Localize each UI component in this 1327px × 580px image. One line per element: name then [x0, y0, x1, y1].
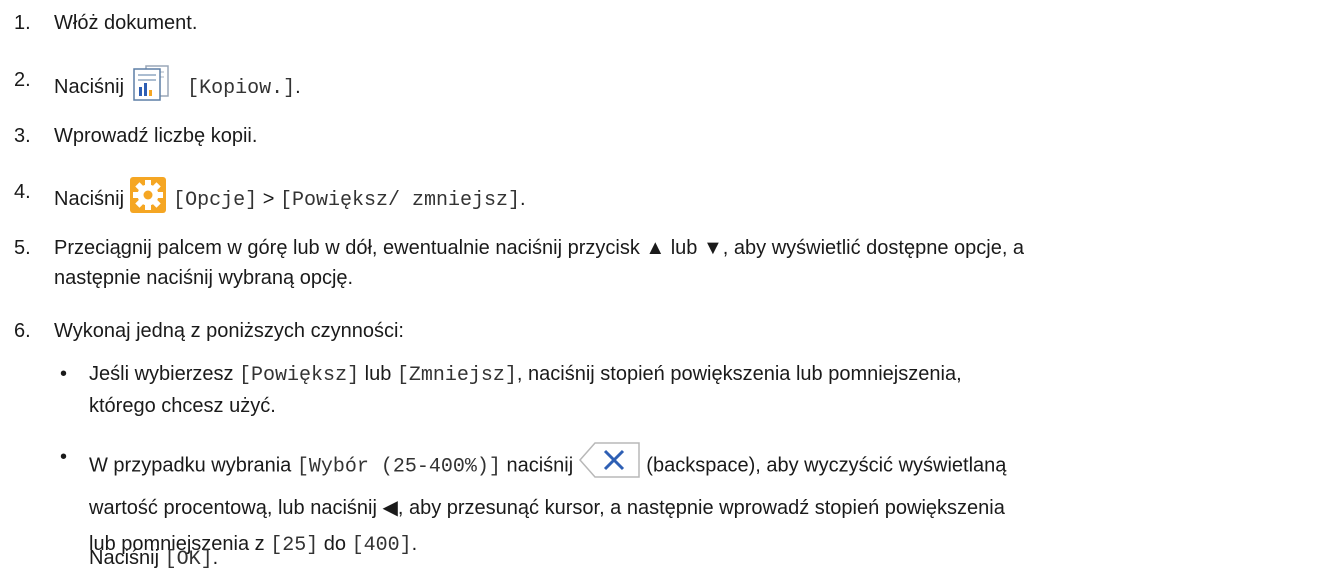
ui-label-ok: [OK]: [164, 548, 213, 571]
list-item: • Jeśli wybierzesz [Powiększ] lub [Zmnie…: [0, 359, 1327, 421]
step-4: 4. Naciśnij [Opcje] > [Powiększ/ zmniejs…: [0, 177, 1327, 222]
text-line: wartość procentową, lub naciśnij ◀, aby …: [89, 497, 1005, 519]
step-text-post: .: [520, 187, 526, 210]
ui-label-enlarge-reduce: [Powiększ/ zmniejsz]: [279, 188, 520, 212]
ui-label-enlarge: [Powiększ]: [239, 364, 360, 387]
final-instruction: Naciśnij [OK].: [89, 543, 218, 575]
list-item-text: Jeśli wybierzesz [Powiększ] lub [Zmniejs…: [89, 359, 1327, 421]
step-text-pre: Naciśnij: [54, 75, 130, 98]
ui-label-custom: [Wybór (25-400%)]: [296, 455, 501, 479]
ui-label-reduce: [Zmniejsz]: [396, 364, 517, 387]
text-pre: W przypadku wybrania: [89, 454, 297, 477]
list-item-text: W przypadku wybrania [Wybór (25-400%)] n…: [89, 442, 1327, 562]
text-post: (backspace), aby wyczyścić wyświetlaną: [640, 454, 1007, 477]
step-text-line: Przeciągnij palcem w górę lub w dół, ewe…: [54, 237, 1025, 259]
text-post: .: [411, 533, 418, 555]
step-2: 2. Naciśnij [Kopiow.].: [0, 65, 1327, 110]
settings-gear-icon: [129, 177, 166, 222]
step-3: 3. Wprowadź liczbę kopii.: [0, 121, 1327, 151]
step-text-line: następnie naciśnij wybraną opcję.: [54, 267, 354, 289]
step-text-post: .: [295, 75, 301, 98]
text-post: .: [212, 547, 219, 569]
backspace-icon: [578, 442, 641, 490]
step-number: 5.: [14, 237, 31, 259]
step-text: Naciśnij [Opcje] > [Powiększ/ zmniejsz].: [54, 177, 1327, 222]
step-text: Wykonaj jedną z poniższych czynności:: [54, 320, 404, 342]
bullet-dot: •: [0, 442, 89, 472]
text-mid: naciśnij: [500, 454, 579, 477]
step-number: 2.: [14, 69, 31, 91]
ui-label-copy: [Kopiow.]: [187, 76, 296, 100]
step-number: 6.: [14, 320, 31, 342]
step-1: 1. Włóż dokument.: [0, 8, 1327, 38]
step-5: 5. Przeciągnij palcem w górę lub w dół, …: [0, 233, 1327, 293]
text-line: którego chcesz użyć.: [89, 395, 276, 417]
step-text-pre: Naciśnij: [54, 187, 130, 210]
step-number: 4.: [14, 181, 31, 203]
copy-document-icon: [132, 65, 176, 110]
ui-label-max: [400]: [351, 534, 412, 557]
step-number: 3.: [14, 125, 31, 147]
bullet-glyph: •: [60, 446, 68, 468]
ui-label-options: [Opcje]: [173, 188, 258, 212]
step-text: Włóż dokument.: [54, 12, 198, 34]
text-pre: Jeśli wybierzesz: [89, 363, 240, 385]
separator: >: [257, 187, 280, 210]
text-mid: lub: [359, 363, 397, 385]
step-6: 6. Wykonaj jedną z poniższych czynności:: [0, 316, 1327, 346]
bullet-dot: •: [0, 359, 89, 389]
step-text: Wprowadź liczbę kopii.: [54, 125, 258, 147]
step-number: 1.: [14, 12, 31, 34]
bullet-glyph: •: [60, 363, 68, 385]
ui-label-min: [25]: [270, 534, 319, 557]
step-text: Przeciągnij palcem w górę lub w dół, ewe…: [54, 233, 1327, 293]
text-mid: do: [318, 533, 352, 555]
text-post: , naciśnij stopień powiększenia lub pomn…: [516, 363, 962, 385]
text-pre: Naciśnij: [89, 547, 165, 569]
step-text: Naciśnij [Kopiow.].: [54, 65, 1327, 110]
